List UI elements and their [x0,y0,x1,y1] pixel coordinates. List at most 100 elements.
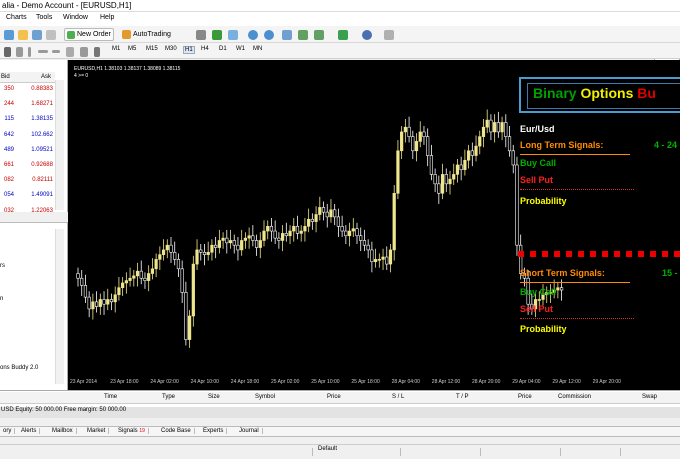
candle-body[interactable] [303,226,307,232]
autotrading-button[interactable]: AutoTrading [120,28,173,41]
candle-body[interactable] [370,249,374,263]
bid-column-header[interactable]: Bid [1,74,10,80]
candle-body[interactable] [217,240,221,248]
candle-body[interactable] [191,263,195,317]
candle-body[interactable] [292,226,296,232]
menu-tools[interactable]: Tools [36,14,52,21]
candle-body[interactable] [180,268,184,293]
bar-chart-icon[interactable] [194,28,208,41]
candle-body[interactable] [448,178,452,185]
candle-body[interactable] [269,226,274,232]
candle-body[interactable] [515,164,519,246]
candle-body[interactable] [437,183,441,194]
indicators-icon[interactable] [336,28,350,41]
market-watch-row[interactable]: 032 1.22063 [0,208,55,219]
candle-body[interactable] [199,249,203,253]
candle-body[interactable] [165,244,169,251]
tab-signals[interactable]: Signals 19 [115,428,149,434]
candle-body[interactable] [366,244,370,251]
market-watch-row[interactable]: 082 0.82111 [0,177,55,188]
candle-body[interactable] [288,230,292,237]
timeframe-m5[interactable]: M5 [128,46,136,52]
zoom-out-icon[interactable] [262,28,276,41]
candle-body[interactable] [463,159,467,170]
candle-body[interactable] [307,218,311,227]
column-size[interactable]: Size [208,394,220,400]
tile-windows-icon[interactable] [280,28,294,41]
candle-body[interactable] [135,270,140,277]
candle-body[interactable] [414,141,419,152]
candle-body[interactable] [143,277,147,281]
candle-body[interactable] [247,235,251,239]
candle-body[interactable] [91,301,95,310]
timeframe-d1[interactable]: D1 [219,46,227,52]
balance-row[interactable]: USD Equity: 50 000.00 Free margin: 50 00… [0,407,680,418]
candle-body[interactable] [188,315,192,340]
candle-body[interactable] [128,277,132,281]
column-symbol[interactable]: Symbol [255,394,275,400]
candle-body[interactable] [236,244,240,251]
candle-body[interactable] [176,259,181,270]
tab-market[interactable]: Market [84,428,110,434]
candle-chart-icon[interactable] [210,28,224,41]
timeframe-w1[interactable]: W1 [236,46,245,52]
candle-body[interactable] [98,299,102,307]
candle-body[interactable] [537,299,541,301]
zoom-in-icon[interactable] [246,28,260,41]
candle-body[interactable] [474,145,478,156]
market-watch-row[interactable]: 115 1.38135 [0,116,55,127]
candle-body[interactable] [87,296,91,310]
candle-body[interactable] [377,259,381,261]
navigator-item[interactable]: rs [0,263,5,269]
candle-body[interactable] [396,150,400,194]
candle-body[interactable] [132,275,136,279]
candle-body[interactable] [385,256,389,265]
line-chart-icon[interactable] [226,28,240,41]
candle-body[interactable] [459,164,463,170]
tab-mailbox[interactable]: Mailbox [49,428,77,434]
ask-column-header[interactable]: Ask [41,74,51,80]
timeframe-h4[interactable]: H4 [201,46,209,52]
candle-body[interactable] [102,299,106,305]
candle-body[interactable] [83,285,88,298]
candle-body[interactable] [507,136,512,152]
candle-body[interactable] [493,122,497,133]
candle-body[interactable] [426,136,430,156]
candle-body[interactable] [329,209,333,218]
candle-body[interactable] [251,235,255,241]
candle-body[interactable] [478,136,482,147]
column-type[interactable]: Type [162,394,175,400]
candle-body[interactable] [489,119,493,133]
candle-body[interactable] [169,244,173,253]
candle-body[interactable] [225,237,229,244]
candle-body[interactable] [284,233,288,237]
candle-body[interactable] [403,126,407,133]
navigator-item-binary-options-buddy[interactable]: ons Buddy 2.0 [0,365,38,371]
navigator-icon[interactable] [44,28,58,41]
cursor-icon[interactable] [2,45,13,58]
candle-body[interactable] [202,251,207,255]
tab-alerts[interactable]: Alerts [18,428,41,434]
candle-body[interactable] [504,122,508,137]
candle-body[interactable] [511,150,515,166]
candle-body[interactable] [325,211,329,218]
column-time[interactable]: Time [104,394,117,400]
menu-window[interactable]: Window [63,14,88,21]
candle-body[interactable] [359,235,363,241]
candle-body[interactable] [444,174,448,185]
candle-body[interactable] [161,249,166,255]
candle-body[interactable] [113,294,117,303]
candle-body[interactable] [147,273,151,281]
candle-body[interactable] [347,230,352,237]
menu-help[interactable]: Help [100,14,114,21]
candle-body[interactable] [314,214,318,222]
candle-body[interactable] [466,150,471,161]
column-tp[interactable]: T / P [456,394,469,400]
tab-history[interactable]: ory [0,428,16,434]
navigator-scrollbar[interactable] [55,229,64,384]
candle-body[interactable] [556,287,560,291]
candle-body[interactable] [139,270,143,279]
text-tool-icon[interactable] [92,45,102,58]
market-watch-row[interactable]: 244 1.68271 [0,101,55,112]
candle-body[interactable] [195,249,199,265]
